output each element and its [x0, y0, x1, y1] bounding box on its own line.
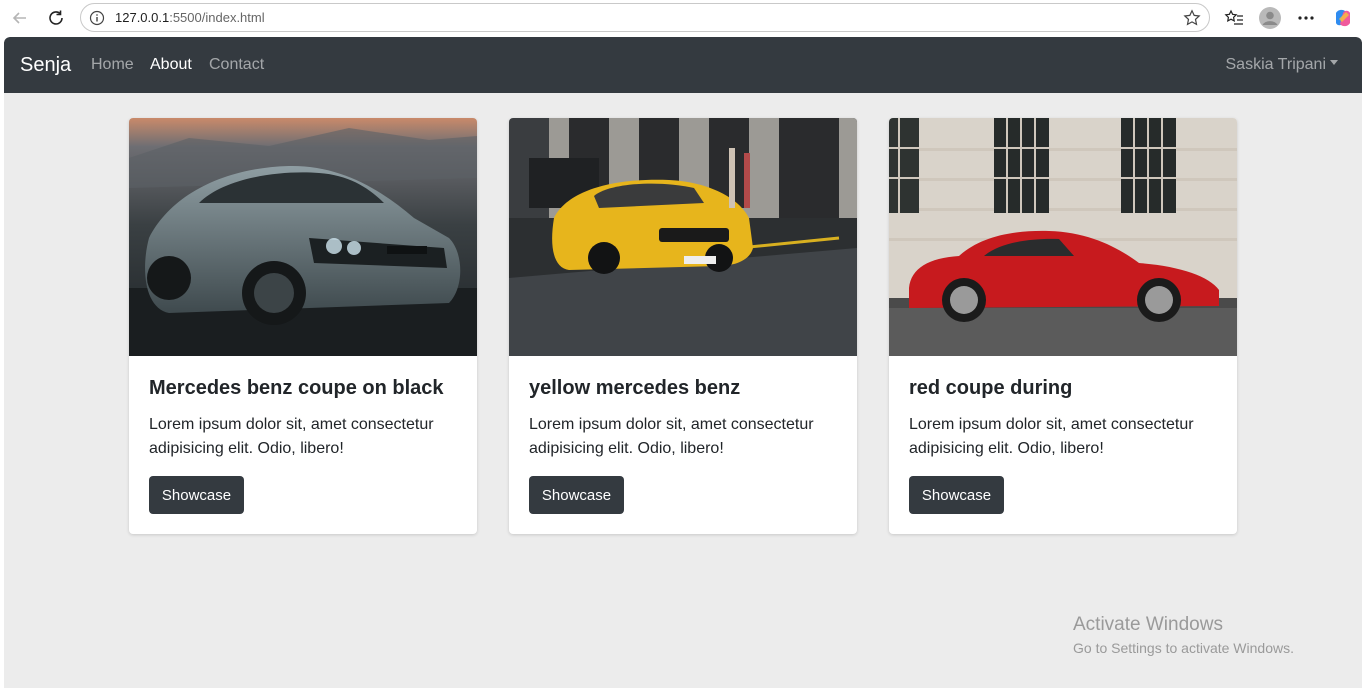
card-title: yellow mercedes benz — [529, 377, 741, 399]
card-title: Mercedes benz coupe on black — [149, 377, 444, 399]
car-card: yellow mercedes benz Lorem ipsum dolor s… — [509, 118, 857, 534]
caret-down-icon — [1330, 60, 1338, 66]
car-card: Mercedes benz coupe on black Lorem ipsum… — [129, 118, 477, 534]
reload-icon[interactable] — [44, 6, 68, 30]
showcase-button[interactable]: Showcase — [529, 476, 624, 514]
nav-link-contact[interactable]: Contact — [209, 56, 264, 74]
site-info-icon[interactable] — [89, 10, 105, 26]
watermark-title: Activate Windows — [1073, 614, 1223, 635]
card-title: red coupe during — [909, 377, 1073, 399]
card-text: Lorem ipsum dolor sit, amet consectetur … — [909, 416, 1194, 457]
more-menu-icon[interactable] — [1294, 6, 1318, 30]
copilot-icon[interactable] — [1331, 6, 1355, 30]
card-text: Lorem ipsum dolor sit, amet consectetur … — [529, 416, 814, 457]
page-viewport: Senja Home About Contact Saskia Tripani — [4, 37, 1362, 688]
bookmark-star-icon[interactable] — [1183, 9, 1201, 27]
nav-link-about[interactable]: About — [150, 56, 192, 74]
favorites-icon[interactable] — [1222, 6, 1246, 30]
silver-car-image — [129, 118, 477, 356]
showcase-button[interactable]: Showcase — [149, 476, 244, 514]
card-text: Lorem ipsum dolor sit, amet consectetur … — [149, 416, 434, 457]
yellow-car-image — [509, 118, 857, 356]
red-car-image — [889, 118, 1237, 356]
navbar-brand[interactable]: Senja — [20, 54, 71, 77]
windows-activation-watermark: Activate Windows Go to Settings to activ… — [1073, 614, 1294, 656]
car-card: red coupe during Lorem ipsum dolor sit, … — [889, 118, 1237, 534]
browser-toolbar: 127.0.0.1:5500/index.html — [0, 0, 1364, 36]
watermark-subtitle: Go to Settings to activate Windows. — [1073, 640, 1294, 656]
nav-link-home[interactable]: Home — [91, 56, 134, 74]
user-dropdown[interactable]: Saskia Tripani — [1225, 56, 1338, 74]
profile-avatar-icon[interactable] — [1258, 6, 1282, 30]
user-name: Saskia Tripani — [1225, 56, 1327, 73]
back-icon[interactable] — [8, 6, 32, 30]
navbar: Senja Home About Contact Saskia Tripani — [4, 37, 1362, 93]
address-bar[interactable]: 127.0.0.1:5500/index.html — [80, 3, 1210, 32]
url-text: 127.0.0.1:5500/index.html — [115, 10, 265, 25]
showcase-button[interactable]: Showcase — [909, 476, 1004, 514]
